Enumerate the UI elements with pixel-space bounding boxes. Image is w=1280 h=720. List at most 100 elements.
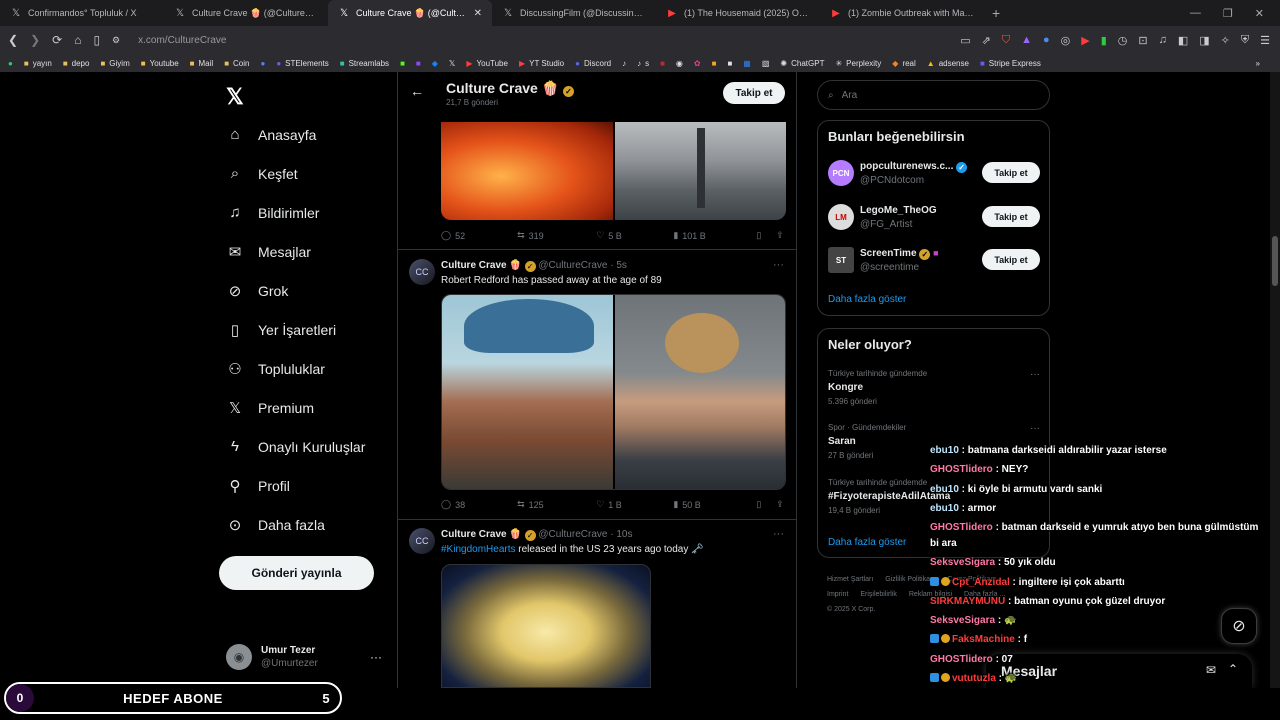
bookmark-folder[interactable]: ■ Youtube bbox=[141, 59, 179, 68]
media-image[interactable] bbox=[614, 295, 785, 489]
suggestion-item[interactable]: LM LegoMe_TheOG @FG_Artist Takip et bbox=[828, 202, 1040, 232]
more-icon[interactable]: ··· bbox=[773, 259, 784, 271]
show-more-link[interactable]: Daha fazla göster bbox=[828, 294, 906, 305]
nav-item-bookmarks[interactable]: ▯ Yer İşaretleri bbox=[226, 321, 336, 339]
search-input[interactable] bbox=[841, 89, 1022, 101]
nav-item-premium[interactable]: 𝕏 Premium bbox=[226, 399, 314, 417]
bookmark-link[interactable]: ■ bbox=[660, 59, 665, 68]
bookmark-folder[interactable]: ■ Giyim bbox=[100, 59, 129, 68]
suggestion-item[interactable]: ST ScreenTime ✓ ■ @screentime Takip et bbox=[828, 245, 1040, 275]
follow-button[interactable]: Takip et bbox=[723, 82, 785, 104]
home-icon[interactable]: ⌂ bbox=[74, 33, 81, 47]
sidebar-icon[interactable]: ◧ bbox=[1178, 34, 1188, 47]
bookmark-folder[interactable]: ■ Mail bbox=[190, 59, 214, 68]
account-switcher[interactable]: ◉ Umur Tezer @Umurtezer ··· bbox=[226, 644, 382, 670]
extension-icon[interactable]: ▮ bbox=[1101, 34, 1107, 47]
scrollbar[interactable] bbox=[1270, 72, 1280, 688]
bookmark-link[interactable]: ◆ real bbox=[892, 59, 916, 68]
footer-link[interactable]: Hizmet Şartları bbox=[827, 576, 873, 583]
browser-tab-active[interactable]: 𝕏Culture Crave 🍿 (@CultureCrave) / X✕ bbox=[328, 0, 492, 26]
browser-tab[interactable]: 𝕏Culture Crave 🍿 (@CultureCrave) / X bbox=[164, 0, 328, 26]
new-tab-icon[interactable]: + bbox=[984, 5, 1008, 21]
repost-button[interactable]: ⇆ 125 bbox=[517, 499, 596, 510]
bookmark-link[interactable]: ● Discord bbox=[575, 59, 611, 68]
nav-item-profile[interactable]: ⚲ Profil bbox=[226, 477, 290, 495]
show-more-link[interactable]: Daha fazla göster bbox=[828, 537, 906, 548]
nav-item-grok[interactable]: ⊘ Grok bbox=[226, 282, 289, 300]
avatar[interactable]: CC bbox=[409, 528, 435, 554]
bookmark-link[interactable]: ■ Stripe Express bbox=[980, 59, 1041, 68]
nav-item-communities[interactable]: ⚇ Topluluklar bbox=[226, 360, 325, 378]
gamepad-icon[interactable]: ◎ bbox=[1061, 34, 1071, 47]
amazon-icon[interactable]: ■ bbox=[727, 59, 732, 68]
footer-link[interactable]: Erişilebilirlik bbox=[860, 591, 897, 598]
share-button[interactable]: ⇪ bbox=[776, 499, 786, 510]
cast-icon[interactable]: ▭ bbox=[960, 34, 970, 47]
nav-item-verified-orgs[interactable]: ϟ Onaylı Kuruluşlar bbox=[226, 438, 365, 455]
post-time[interactable]: · 10s bbox=[610, 529, 632, 540]
screenshot-icon[interactable]: ⊡ bbox=[1138, 34, 1147, 47]
media-image[interactable] bbox=[441, 122, 613, 220]
kick-icon[interactable]: ■ bbox=[400, 59, 405, 68]
menu-icon[interactable]: ☰ bbox=[1260, 34, 1270, 47]
bookmark-link[interactable]: ▦ bbox=[743, 59, 751, 68]
rewards-icon[interactable]: ▲ bbox=[1021, 34, 1032, 46]
scrollbar-thumb[interactable] bbox=[1272, 236, 1278, 286]
post-media[interactable] bbox=[441, 294, 786, 490]
minimize-icon[interactable]: — bbox=[1190, 7, 1201, 19]
site-info-icon[interactable]: ⚙ bbox=[112, 35, 120, 46]
avatar[interactable]: CC bbox=[409, 259, 435, 285]
bookmark-folder[interactable]: ■ Coin bbox=[224, 59, 249, 68]
bookmark-link[interactable]: ✳ Perplexity bbox=[835, 59, 881, 68]
more-icon[interactable]: ··· bbox=[370, 650, 382, 664]
more-icon[interactable]: ··· bbox=[773, 528, 784, 540]
bookmark-link[interactable]: ▶ YT Studio bbox=[519, 59, 564, 68]
bookmark-folder[interactable]: ■ depo bbox=[63, 59, 90, 68]
author-handle[interactable]: @CultureCrave bbox=[538, 529, 607, 540]
follow-button[interactable]: Takip et bbox=[982, 206, 1040, 227]
bluesky-icon[interactable]: ◆ bbox=[432, 59, 438, 68]
bookmark-link[interactable]: ✿ bbox=[694, 59, 701, 68]
bookmark-link[interactable]: ■ bbox=[712, 59, 717, 68]
post-time[interactable]: · 5s bbox=[610, 260, 627, 271]
tiktok-icon[interactable]: ♪ bbox=[622, 59, 626, 68]
author-handle[interactable]: @CultureCrave bbox=[538, 260, 607, 271]
trend-item[interactable]: Türkiye tarihinde gündemde Kongre 5.396 … bbox=[828, 369, 1040, 406]
follow-button[interactable]: Takip et bbox=[982, 162, 1040, 183]
leo-ai-icon[interactable]: ✧ bbox=[1221, 34, 1230, 47]
messages-drawer[interactable]: Mesajlar ✉ ⌃ bbox=[986, 654, 1252, 688]
browser-tab[interactable]: 𝕏 Confirmandos° Topluluk / X bbox=[0, 0, 164, 26]
back-arrow-icon[interactable]: ← bbox=[410, 83, 424, 99]
more-icon[interactable]: ··· bbox=[1030, 423, 1040, 434]
views-button[interactable]: ▮ 50 B bbox=[673, 499, 756, 510]
post-media[interactable] bbox=[441, 564, 651, 688]
bookmark-link[interactable]: ▶ YouTube bbox=[466, 59, 508, 68]
share-button[interactable]: ⇪ bbox=[776, 230, 786, 241]
expand-icon[interactable]: ⌃ bbox=[1228, 662, 1238, 676]
close-window-icon[interactable]: ✕ bbox=[1255, 7, 1264, 20]
reply-button[interactable]: ◯ 38 bbox=[441, 499, 517, 510]
forward-icon[interactable]: ❯ bbox=[30, 33, 40, 47]
bookmark-folder[interactable]: ■ yayın bbox=[24, 59, 52, 68]
suggestion-item[interactable]: PCN popculturenews.c... ✓ @PCNdotcom Tak… bbox=[828, 158, 1040, 188]
youtube-ext-icon[interactable]: ▶ bbox=[1081, 34, 1089, 47]
bookmark-icon[interactable]: ▯ bbox=[93, 33, 100, 47]
repost-button[interactable]: ⇆ 319 bbox=[517, 230, 596, 241]
x-logo-icon[interactable]: 𝕏 bbox=[449, 59, 455, 68]
close-tab-icon[interactable]: ✕ bbox=[474, 8, 482, 19]
bookmark-link[interactable]: ▲ adsense bbox=[927, 59, 969, 68]
more-icon[interactable]: ··· bbox=[1030, 369, 1040, 380]
nav-item-home[interactable]: ⌂ Anasayfa bbox=[226, 126, 316, 143]
whatsapp-icon[interactable]: ● bbox=[8, 59, 13, 68]
nav-item-more[interactable]: ⊙ Daha fazla bbox=[226, 516, 325, 534]
browser-tab[interactable]: 𝕏DiscussingFilm (@DiscussingFilm) / X bbox=[492, 0, 656, 26]
more-bookmarks-icon[interactable]: » bbox=[1256, 59, 1260, 68]
footer-link[interactable]: Imprint bbox=[827, 591, 848, 598]
twitch-icon[interactable]: ■ bbox=[416, 59, 421, 68]
bookmark-link[interactable]: ✺ ChatGPT bbox=[780, 59, 824, 68]
nav-item-notifications[interactable]: ♫ Bildirimler bbox=[226, 204, 319, 221]
url-field[interactable]: x.com/CultureCrave bbox=[138, 35, 226, 46]
media-image[interactable] bbox=[614, 122, 786, 220]
browser-tab[interactable]: ▶(1) The Housemaid (2025) Official Trail… bbox=[656, 0, 820, 26]
vpn-icon[interactable]: ⛨ bbox=[1241, 34, 1249, 47]
